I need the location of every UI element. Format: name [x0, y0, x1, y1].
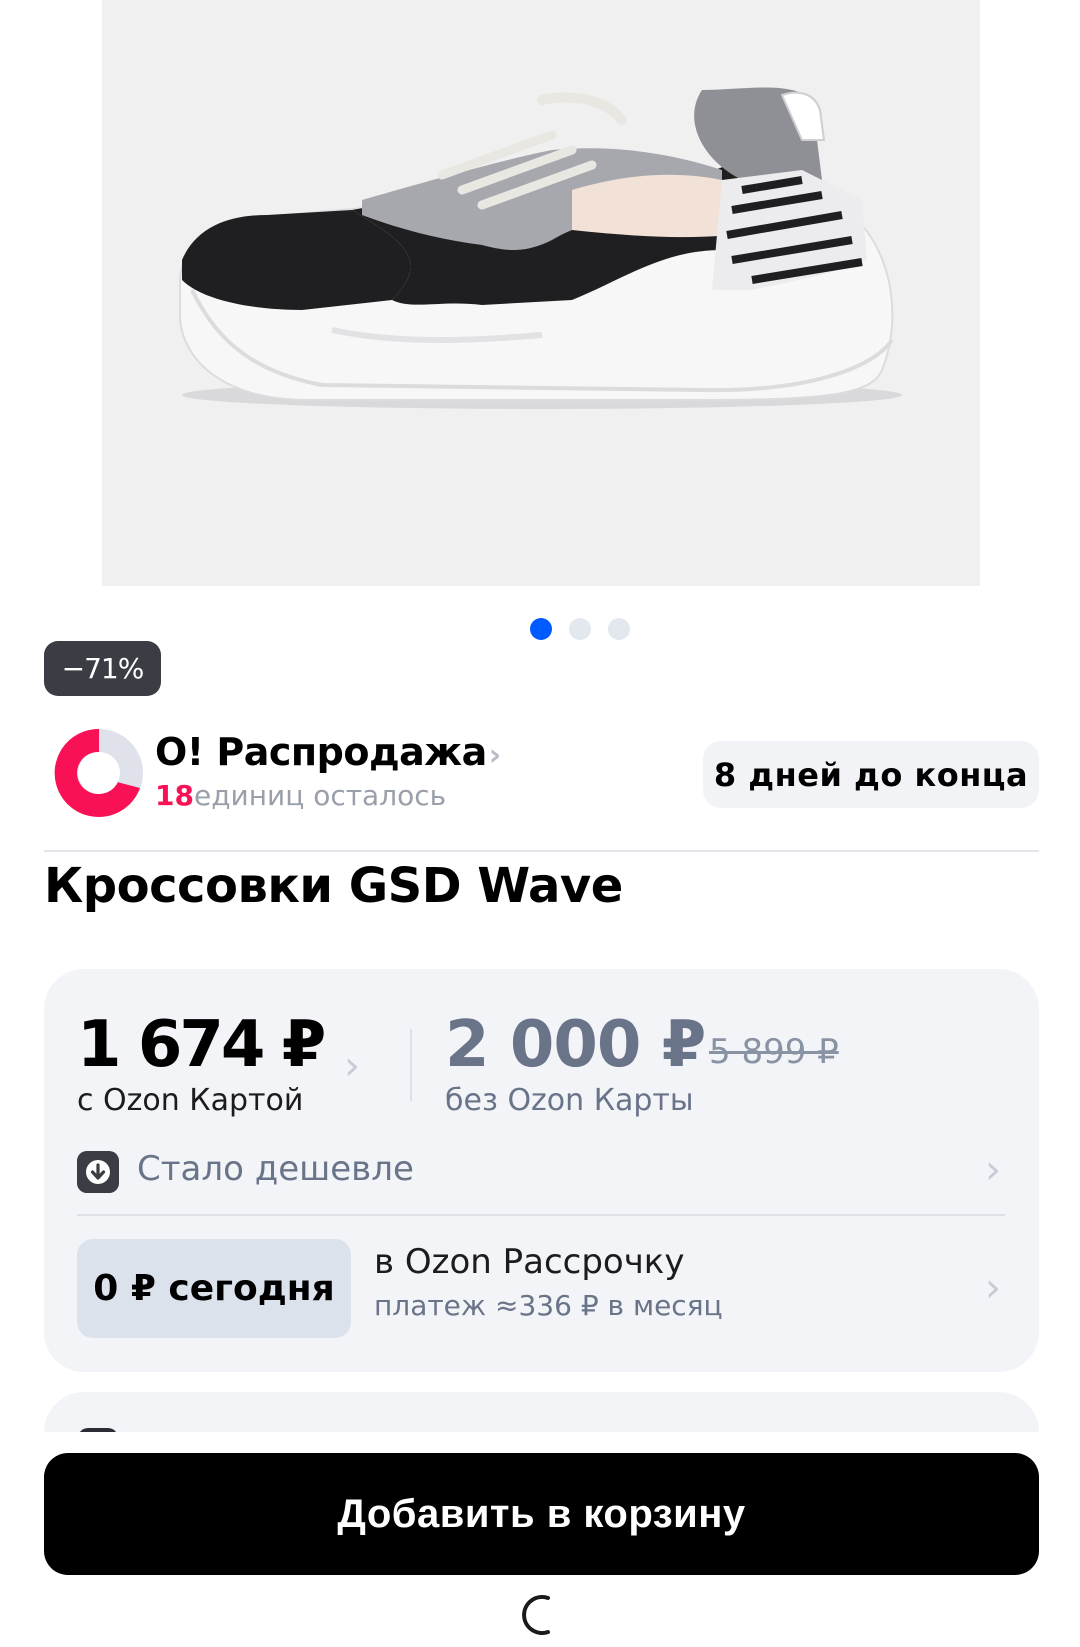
old-price: 5 899 ₽: [709, 1032, 839, 1072]
gallery-pagination: [530, 618, 630, 640]
loading-spinner-icon: [522, 1595, 550, 1635]
price-card: 1 674 ₽ с Ozon Картой › 2 000 ₽ 5 899 ₽ …: [44, 969, 1039, 1372]
gallery-dot-2[interactable]: [569, 618, 591, 640]
promo-stock-label: единиц осталось: [193, 779, 447, 812]
promo-stock-left: 18единиц осталось: [155, 779, 446, 812]
divider: [77, 1214, 1005, 1216]
chevron-right-icon[interactable]: ›: [344, 1043, 360, 1089]
sneaker-image: [179, 87, 902, 409]
promo-title-link[interactable]: O! Распродажа›: [155, 730, 501, 774]
ozon-sale-logo-icon: [54, 728, 143, 817]
gallery-dot-3[interactable]: [608, 618, 630, 640]
regular-price: 2 000 ₽: [445, 1008, 706, 1082]
ozon-card-price-label: с Ozon Картой: [77, 1083, 304, 1118]
price-divider: [410, 1029, 412, 1101]
product-image-gallery[interactable]: [102, 0, 980, 586]
ozon-card-price[interactable]: 1 674 ₽: [77, 1008, 326, 1082]
installment-today-chip[interactable]: 0 ₽ сегодня: [77, 1239, 351, 1338]
regular-price-label: без Ozon Карты: [445, 1083, 694, 1118]
installment-monthly-payment: платеж ≈336 ₽ в месяц: [374, 1289, 723, 1322]
chevron-right-icon[interactable]: ›: [985, 1147, 1001, 1193]
add-to-cart-button[interactable]: Добавить в корзину: [44, 1453, 1039, 1575]
installment-title[interactable]: в Ozon Рассрочку: [374, 1242, 684, 1282]
discount-badge: −71%: [44, 641, 161, 696]
promo-days-left-chip: 8 дней до конца: [703, 741, 1039, 808]
price-dropped-link[interactable]: Стало дешевле: [137, 1149, 414, 1189]
product-title: Кроссовки GSD Wave: [44, 858, 623, 914]
divider: [44, 850, 1039, 852]
promo-stock-count: 18: [155, 779, 194, 812]
chevron-right-icon[interactable]: ›: [985, 1265, 1001, 1311]
promo-title-text: O! Распродажа: [155, 730, 487, 774]
chevron-right-icon: ›: [488, 738, 501, 773]
arrow-down-icon: [77, 1151, 119, 1193]
gallery-dot-1[interactable]: [530, 618, 552, 640]
